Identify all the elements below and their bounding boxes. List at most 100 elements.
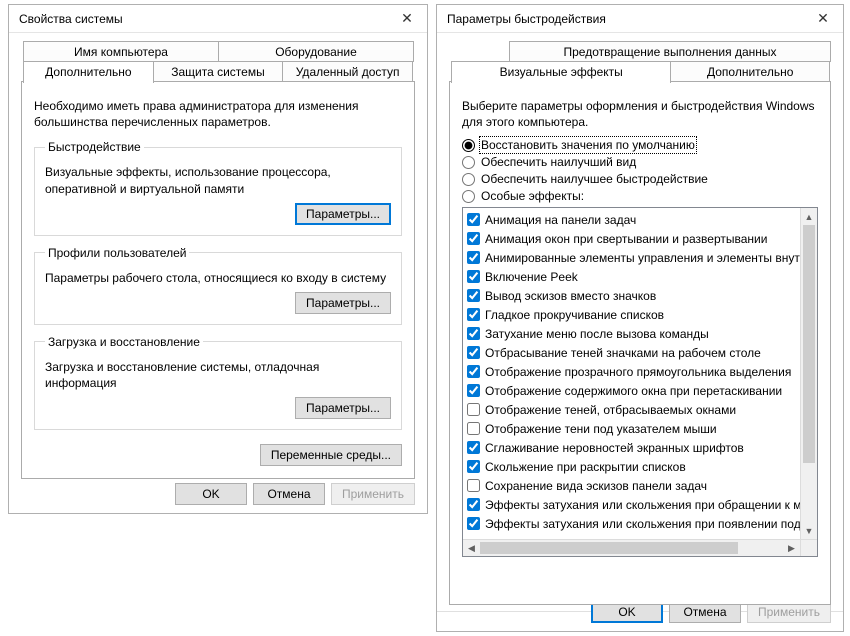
effect-checkbox[interactable] [467,346,480,359]
close-icon[interactable]: ✕ [803,5,843,32]
effect-item[interactable]: Эффекты затухания или скольжения при поя… [467,514,800,533]
vertical-scroll-track[interactable] [801,225,817,522]
effect-checkbox[interactable] [467,479,480,492]
effect-checkbox[interactable] [467,270,480,283]
horizontal-scrollbar[interactable]: ◀ ▶ [463,539,800,556]
effect-label: Отбрасывание теней значками на рабочем с… [485,346,761,360]
effect-item[interactable]: Сохранение вида эскизов панели задач [467,476,800,495]
radio-option-3[interactable]: Особые эффекты: [462,189,818,203]
visual-effects-mode-radios: Восстановить значения по умолчанию Обеспе… [462,138,818,203]
effect-item[interactable]: Анимированные элементы управления и элем… [467,248,800,267]
dialog-title: Параметры быстродействия [437,12,803,26]
group-startup-recovery-legend: Загрузка и восстановление [45,335,203,349]
radio-option-2[interactable]: Обеспечить наилучшее быстродействие [462,172,818,186]
effect-checkbox[interactable] [467,403,480,416]
group-user-profiles-desc: Параметры рабочего стола, относящиеся ко… [45,270,391,286]
group-startup-recovery-desc: Загрузка и восстановление системы, отлад… [45,359,391,391]
effect-item[interactable]: Анимация на панели задач [467,210,800,229]
effect-item[interactable]: Анимация окон при свертывании и разверты… [467,229,800,248]
dialog-title: Свойства системы [9,12,387,26]
system-properties-dialog: Свойства системы ✕ Имя компьютера Оборуд… [8,4,428,514]
scroll-down-arrow-icon[interactable]: ▼ [801,522,817,539]
effect-item[interactable]: Затухание меню после вызова команды [467,324,800,343]
group-startup-recovery: Загрузка и восстановление Загрузка и вос… [34,335,402,430]
tab-visual-effects[interactable]: Визуальные эффекты [451,61,671,83]
effect-label: Скольжение при раскрытии списков [485,460,686,474]
scroll-left-arrow-icon[interactable]: ◀ [463,540,480,556]
tabs-row-1: Имя компьютера Оборудование [23,41,415,62]
vertical-scrollbar[interactable]: ▲ ▼ [800,208,817,539]
effect-label: Вывод эскизов вместо значков [485,289,656,303]
tab-system-protection[interactable]: Защита системы [153,61,284,82]
effect-item[interactable]: Скольжение при раскрытии списков [467,457,800,476]
vertical-scroll-thumb[interactable] [803,225,815,463]
effect-label: Затухание меню после вызова команды [485,327,709,341]
effect-checkbox[interactable] [467,308,480,321]
radio-label: Обеспечить наилучший вид [481,155,636,169]
effect-item[interactable]: Включение Peek [467,267,800,286]
effect-label: Включение Peek [485,270,578,284]
environment-variables-button[interactable]: Переменные среды... [260,444,402,466]
effect-checkbox[interactable] [467,517,480,530]
effect-checkbox[interactable] [467,365,480,378]
performance-settings-button[interactable]: Параметры... [295,203,391,225]
effect-checkbox[interactable] [467,460,480,473]
effect-item[interactable]: Вывод эскизов вместо значков [467,286,800,305]
effect-checkbox[interactable] [467,289,480,302]
titlebar[interactable]: Параметры быстродействия ✕ [437,5,843,33]
tab-computer-name[interactable]: Имя компьютера [23,41,219,62]
radio-option-0[interactable]: Восстановить значения по умолчанию [462,138,818,152]
tab-panel-visual-effects: Выберите параметры оформления и быстроде… [449,81,831,605]
tab-dep[interactable]: Предотвращение выполнения данных [509,41,831,62]
effect-label: Гладкое прокручивание списков [485,308,664,322]
effect-checkbox[interactable] [467,498,480,511]
radio-option-1[interactable]: Обеспечить наилучший вид [462,155,818,169]
effect-label: Сохранение вида эскизов панели задач [485,479,707,493]
tab-panel-advanced: Необходимо иметь права администратора дл… [21,81,415,479]
apply-button[interactable]: Применить [331,483,415,505]
radio-label: Восстановить значения по умолчанию [481,138,695,152]
effect-item[interactable]: Отображение содержимого окна при перетас… [467,381,800,400]
effect-checkbox[interactable] [467,251,480,264]
scroll-right-arrow-icon[interactable]: ▶ [783,540,800,556]
tab-remote[interactable]: Удаленный доступ [282,61,413,82]
ok-button[interactable]: OK [175,483,247,505]
effects-list[interactable]: Анимация на панели задач Анимация окон пр… [463,208,800,539]
user-profiles-settings-button[interactable]: Параметры... [295,292,391,314]
tabs-row-2: Дополнительно Защита системы Удаленный д… [23,62,415,82]
horizontal-scroll-track[interactable] [480,540,783,556]
effect-item[interactable]: Сглаживание неровностей экранных шрифтов [467,438,800,457]
effect-checkbox[interactable] [467,232,480,245]
tab-hardware[interactable]: Оборудование [218,41,414,62]
effect-item[interactable]: Отображение теней, отбрасываемых окнами [467,400,800,419]
effect-item[interactable]: Отображение прозрачного прямоугольника в… [467,362,800,381]
effect-checkbox[interactable] [467,384,480,397]
radio-input[interactable] [462,190,475,203]
dialog-body: Предотвращение выполнения данных Визуаль… [437,33,843,622]
radio-input[interactable] [462,156,475,169]
titlebar[interactable]: Свойства системы ✕ [9,5,427,33]
effect-checkbox[interactable] [467,213,480,226]
effect-label: Эффекты затухания или скольжения при обр… [485,498,800,512]
cancel-button[interactable]: Отмена [253,483,325,505]
group-performance-legend: Быстродействие [45,140,144,154]
tab-advanced[interactable]: Дополнительно [23,61,154,83]
radio-input[interactable] [462,139,475,152]
startup-recovery-settings-button[interactable]: Параметры... [295,397,391,419]
horizontal-scroll-thumb[interactable] [480,542,738,554]
effect-checkbox[interactable] [467,327,480,340]
group-performance: Быстродействие Визуальные эффекты, испол… [34,140,402,235]
effect-checkbox[interactable] [467,441,480,454]
effect-checkbox[interactable] [467,422,480,435]
radio-input[interactable] [462,173,475,186]
scroll-up-arrow-icon[interactable]: ▲ [801,208,817,225]
performance-options-dialog: Параметры быстродействия ✕ Предотвращени… [436,4,844,632]
effect-item[interactable]: Гладкое прокручивание списков [467,305,800,324]
tabs-row-2: Визуальные эффекты Дополнительно [451,62,831,82]
effect-label: Анимация окон при свертывании и разверты… [485,232,767,246]
effect-item[interactable]: Отображение тени под указателем мыши [467,419,800,438]
effect-item[interactable]: Отбрасывание теней значками на рабочем с… [467,343,800,362]
close-icon[interactable]: ✕ [387,5,427,32]
tab-advanced[interactable]: Дополнительно [670,61,830,82]
effect-item[interactable]: Эффекты затухания или скольжения при обр… [467,495,800,514]
